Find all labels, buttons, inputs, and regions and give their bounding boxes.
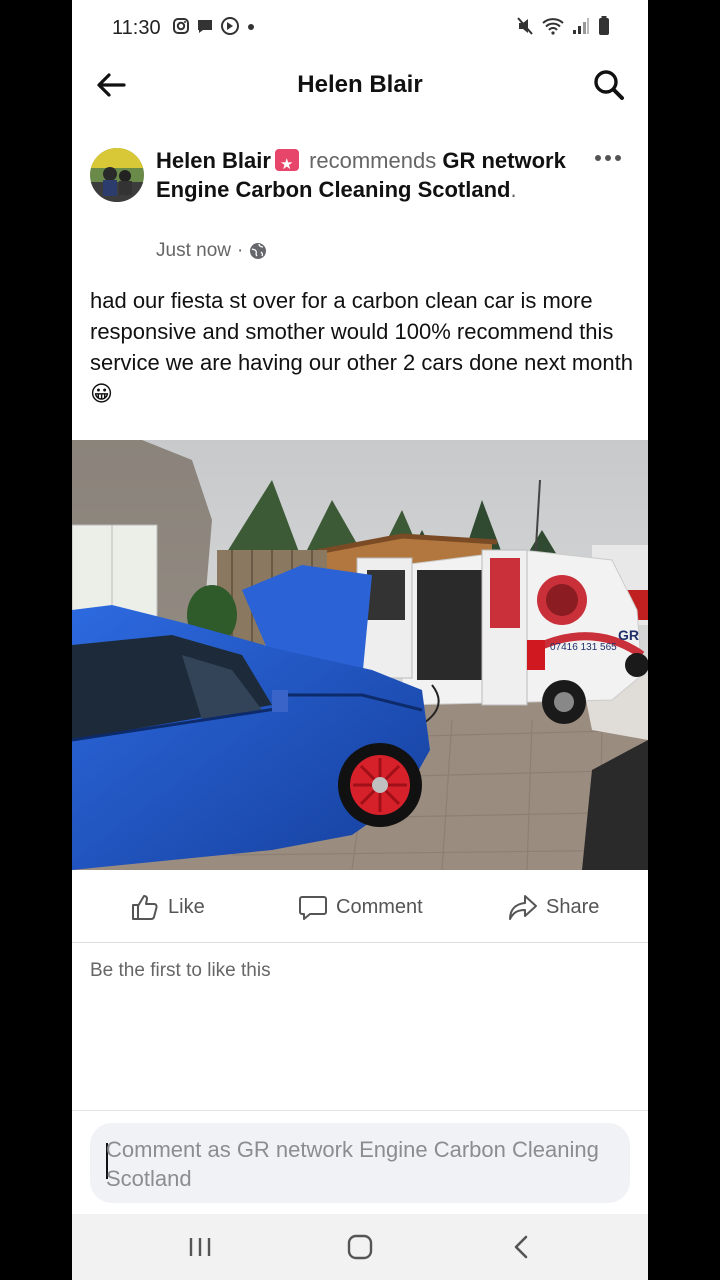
post-meta: Just now ·: [156, 240, 267, 262]
period: .: [510, 177, 517, 202]
van-phone-text: 07416 131 565: [550, 642, 617, 653]
dot-icon: [248, 24, 254, 30]
recents-icon[interactable]: [180, 1230, 220, 1264]
status-time: 11:30: [112, 17, 161, 39]
comment-label: Comment: [336, 895, 423, 918]
signal-icon: [573, 18, 589, 34]
battery-icon: [599, 16, 609, 35]
recommends-text: recommends: [309, 148, 437, 173]
thumbs-up-icon: [132, 895, 158, 920]
messenger-icon: [198, 20, 212, 33]
post-timestamp[interactable]: Just now: [156, 240, 231, 262]
comment-placeholder: Comment as GR network Engine Carbon Clea…: [106, 1137, 599, 1191]
phone-screen: 11:30 Helen Blair Helen Blair★ recommend…: [72, 0, 648, 1280]
post-actions-bar: Like Comment Share: [72, 878, 648, 943]
avatar[interactable]: [90, 148, 144, 202]
post-photo[interactable]: 07416 131 565 GR: [72, 440, 648, 870]
more-options-icon[interactable]: [594, 148, 622, 168]
system-nav-bar: [72, 1214, 648, 1280]
comment-composer: Comment as GR network Engine Carbon Clea…: [72, 1110, 648, 1215]
top-fan-badge-icon: [274, 149, 299, 179]
share-arrow-icon: [509, 895, 537, 920]
share-label: Share: [546, 895, 600, 918]
share-button[interactable]: Share: [508, 892, 599, 922]
home-icon[interactable]: [340, 1230, 380, 1264]
comment-input[interactable]: Comment as GR network Engine Carbon Clea…: [90, 1123, 630, 1203]
meta-separator: ·: [236, 240, 244, 261]
reactions-summary: Be the first to like this: [90, 960, 271, 981]
vpn-icon: [221, 17, 239, 35]
system-icons: [516, 16, 610, 36]
van-brand-text: GR: [618, 627, 639, 643]
instagram-icon: [173, 18, 189, 34]
back-icon[interactable]: [502, 1230, 542, 1264]
status-bar: 11:30: [72, 0, 648, 56]
wifi-icon: [542, 18, 564, 35]
search-icon[interactable]: [592, 68, 626, 102]
comment-bubble-icon: [299, 896, 327, 920]
notification-icons: [172, 16, 256, 36]
mute-icon: [517, 17, 533, 35]
page-title: Helen Blair: [297, 71, 423, 98]
like-label: Like: [168, 895, 205, 918]
post-body: had our fiesta st over for a carbon clea…: [90, 288, 633, 406]
app-header: Helen Blair: [72, 56, 648, 116]
globe-icon: [250, 243, 267, 259]
comment-button[interactable]: Comment: [298, 892, 423, 922]
like-button[interactable]: Like: [130, 892, 205, 922]
post-header-text: Helen Blair recommends GR network Engine…: [156, 146, 576, 204]
author-name[interactable]: Helen Blair: [156, 148, 271, 173]
